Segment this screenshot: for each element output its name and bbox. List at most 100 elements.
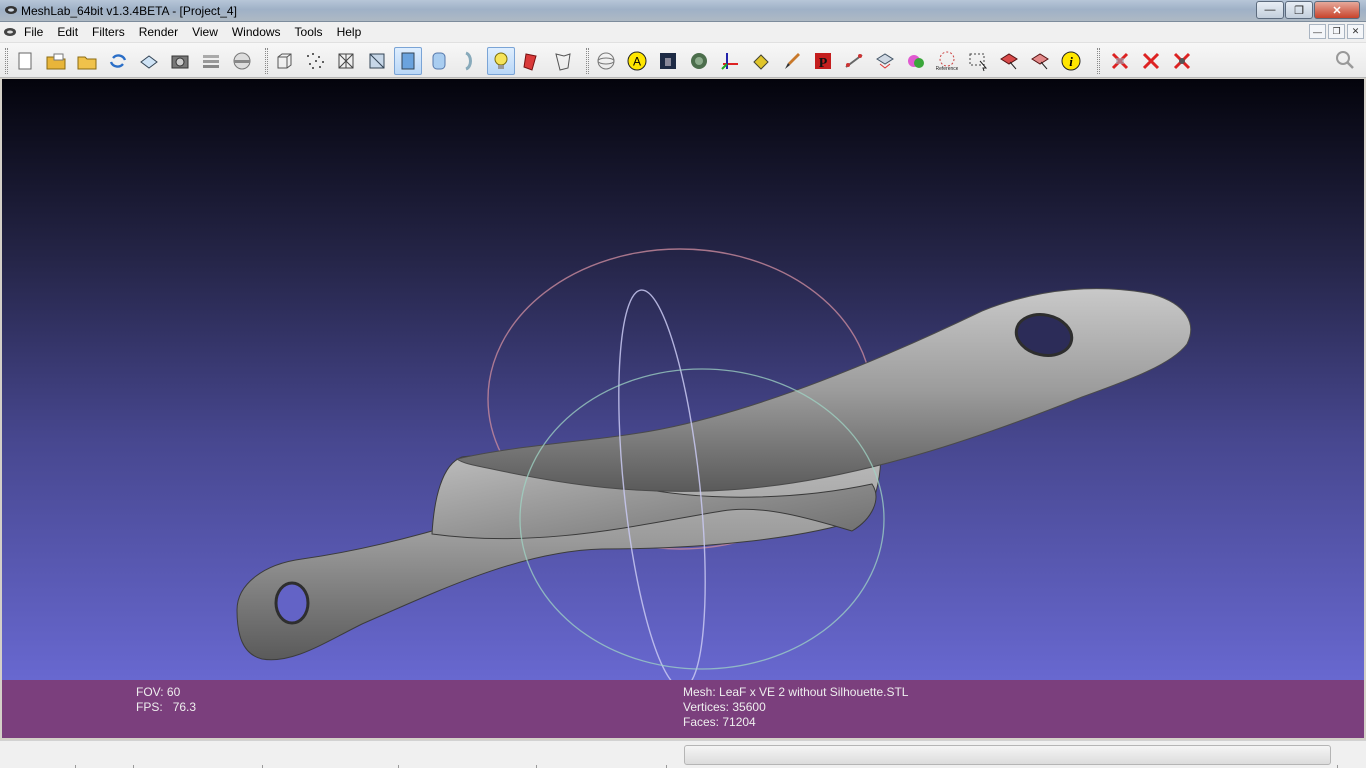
toolbar-grip[interactable]: [265, 48, 268, 74]
snapshot-button[interactable]: [166, 47, 194, 75]
hidden-lines-button[interactable]: [363, 47, 391, 75]
minimize-button[interactable]: —: [1256, 1, 1284, 19]
texture-button[interactable]: [456, 47, 484, 75]
save-icon: [140, 55, 158, 69]
window-controls: — ❐ ✕: [1255, 1, 1360, 19]
axis-sphere-button[interactable]: [592, 47, 620, 75]
raster-button[interactable]: [228, 47, 256, 75]
bbox-icon: [277, 53, 292, 69]
delete-selected-icon: [1173, 52, 1191, 70]
menu-help[interactable]: Help: [330, 22, 369, 43]
wireframe-icon: [338, 53, 354, 69]
select-faces-button[interactable]: [995, 47, 1023, 75]
pickpoints-icon: P: [815, 53, 831, 71]
axes-button[interactable]: [716, 47, 744, 75]
reference-button[interactable]: Reference: [933, 47, 961, 75]
open-mesh-button[interactable]: [73, 47, 101, 75]
wireframe-button[interactable]: [332, 47, 360, 75]
open-project-icon: [46, 53, 66, 70]
pickpoints-button[interactable]: P: [809, 47, 837, 75]
menu-file[interactable]: File: [17, 22, 50, 43]
doc-close-button[interactable]: ✕: [1347, 24, 1364, 39]
menu-render[interactable]: Render: [132, 22, 185, 43]
bbox-button[interactable]: [270, 47, 298, 75]
meshlab-app-icon[interactable]: [4, 3, 18, 17]
flat-shading-button[interactable]: [394, 47, 422, 75]
doc-restore-button[interactable]: ❐: [1328, 24, 1345, 39]
mesh-label: Mesh:: [683, 685, 716, 699]
delete-selected-button[interactable]: [1168, 47, 1196, 75]
color-paint-button[interactable]: [902, 47, 930, 75]
search-button[interactable]: [1331, 46, 1359, 74]
pattern-button[interactable]: [685, 47, 713, 75]
faces-label: Faces:: [683, 715, 720, 729]
delete-vertices-icon: [1142, 52, 1160, 70]
new-project-button[interactable]: [11, 47, 39, 75]
faces-value: 71204: [722, 715, 756, 729]
fps-row: FPS: 76.3: [136, 700, 196, 715]
reload-button[interactable]: [104, 47, 132, 75]
back-face-icon: [555, 53, 571, 71]
svg-text:P: P: [819, 56, 828, 71]
menu-view[interactable]: View: [185, 22, 225, 43]
document-window-controls: — ❐ ✕: [1307, 24, 1364, 39]
texture-icon: [465, 51, 472, 71]
select-button[interactable]: [964, 47, 992, 75]
svg-text:i: i: [1069, 54, 1073, 69]
paint-bucket-icon: [753, 54, 769, 70]
flat-shading-icon: [401, 52, 415, 70]
color-button[interactable]: [654, 47, 682, 75]
light-icon: [494, 52, 508, 69]
brush-button[interactable]: [778, 47, 806, 75]
axes-icon: [721, 53, 738, 70]
maximize-button[interactable]: ❐: [1285, 1, 1313, 19]
points-icon: [307, 53, 324, 69]
fov-value: 60: [166, 685, 181, 699]
menu-tools[interactable]: Tools: [288, 22, 330, 43]
points-button[interactable]: [301, 47, 329, 75]
info-icon: i: [1061, 51, 1081, 71]
toolbar-grip[interactable]: [586, 48, 589, 74]
menu-list: File Edit Filters Render View Windows Tools Hel…: [17, 22, 368, 43]
smooth-shading-button[interactable]: [425, 47, 453, 75]
delete-vertices-button[interactable]: [1137, 47, 1165, 75]
light-button[interactable]: [487, 47, 515, 75]
svg-text:A: A: [633, 55, 641, 69]
save-button[interactable]: [135, 47, 163, 75]
menu-edit[interactable]: Edit: [50, 22, 85, 43]
mesh-upper-blade: [455, 288, 1192, 492]
menu-filters[interactable]: Filters: [85, 22, 132, 43]
camera-info: FOV: 60 FPS: 76.3: [136, 685, 196, 715]
back-face-button[interactable]: [549, 47, 577, 75]
close-button[interactable]: ✕: [1314, 1, 1360, 19]
delete-faces-button[interactable]: [1106, 47, 1134, 75]
document-icon[interactable]: [3, 26, 17, 38]
toolbar-grip[interactable]: [1097, 48, 1100, 74]
align-button[interactable]: [871, 47, 899, 75]
progress-bar: [684, 745, 1331, 765]
snapshot-icon: [171, 55, 189, 69]
minimize-icon: —: [1264, 4, 1276, 16]
paint-bucket-button[interactable]: [747, 47, 775, 75]
faces-row: Faces: 71204: [683, 715, 908, 730]
double-light-button[interactable]: [518, 47, 546, 75]
measure-button[interactable]: [840, 47, 868, 75]
open-mesh-icon: [77, 56, 97, 70]
select-vertices-button[interactable]: [1026, 47, 1054, 75]
toolbar-grip[interactable]: [5, 48, 8, 74]
menu-windows[interactable]: Windows: [225, 22, 288, 43]
3d-viewport[interactable]: [2, 79, 1364, 680]
search-icon: [1336, 51, 1354, 69]
info-button[interactable]: i: [1057, 47, 1085, 75]
layers-button[interactable]: [197, 47, 225, 75]
open-project-button[interactable]: [42, 47, 70, 75]
fov-label: FOV:: [136, 685, 164, 699]
double-light-icon: [523, 53, 537, 71]
annotate-icon: A: [627, 51, 647, 71]
smooth-shading-icon: [432, 52, 446, 70]
brush-icon: [785, 53, 800, 69]
annotate-button[interactable]: A: [623, 47, 651, 75]
doc-minimize-button[interactable]: —: [1309, 24, 1326, 39]
main-toolbar: A P Reference i: [0, 43, 1366, 78]
color-paint-icon: [908, 55, 924, 68]
